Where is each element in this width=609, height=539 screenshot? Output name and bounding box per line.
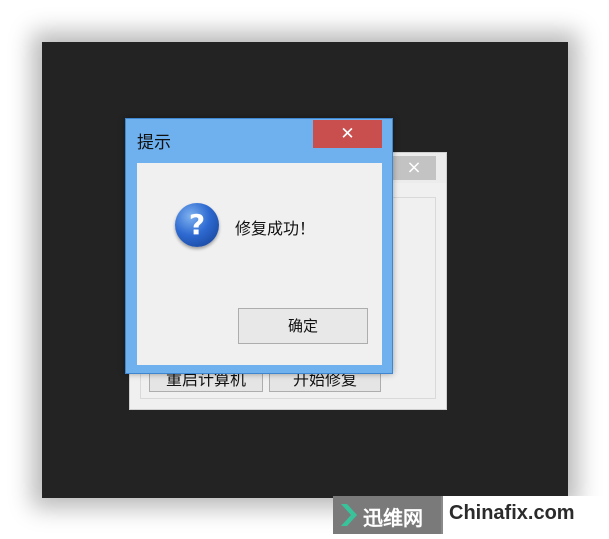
question-icon: ? — [175, 203, 219, 247]
dialog-title: 提示 — [137, 133, 171, 153]
dialog-message: 修复成功！ — [235, 219, 316, 238]
watermark: 迅维网 Chinafix.com — [333, 496, 609, 534]
watermark-en-text: Chinafix.com — [449, 502, 575, 524]
watermark-right: Chinafix.com — [443, 496, 609, 534]
prompt-dialog: 提示 ✕ ? 修复成功！ 确定 — [125, 118, 393, 374]
ok-button[interactable]: 确定 — [238, 308, 368, 344]
chevron-right-icon — [341, 504, 357, 526]
dialog-close-button[interactable]: ✕ — [313, 120, 382, 148]
watermark-left: 迅维网 — [333, 496, 441, 534]
background-close-button[interactable]: × — [392, 156, 436, 180]
dialog-body: ? 修复成功！ 确定 — [137, 163, 382, 365]
watermark-cn-text: 迅维网 — [363, 506, 423, 530]
